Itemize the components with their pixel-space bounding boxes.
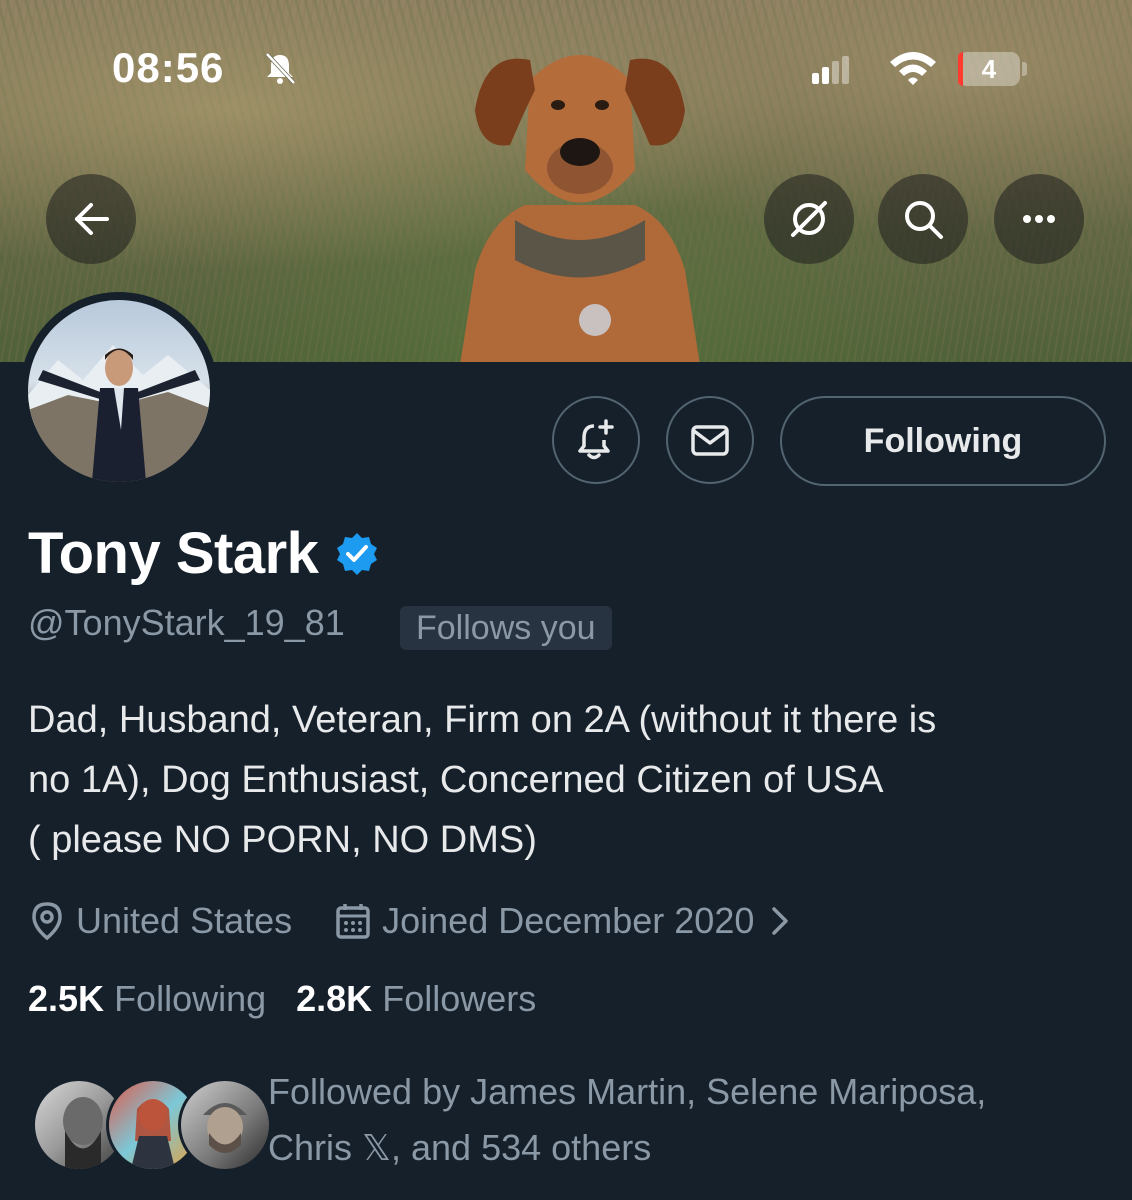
search-icon (905, 201, 943, 239)
verified-badge-icon[interactable] (334, 531, 380, 577)
status-bar: 08:56 4 (0, 40, 1132, 100)
following-button[interactable]: Following (780, 396, 1106, 486)
profile-handle: @TonyStark_19_81 (28, 602, 345, 643)
notifications-button[interactable] (552, 396, 640, 484)
following-button-label: Following (863, 421, 1023, 460)
followers-stat-label: Followers (382, 978, 537, 1019)
profile-stats: 2.5K Following 2.8K Followers (28, 978, 566, 1020)
profile-meta: United States Joined December 2020 (28, 896, 804, 946)
followers-count: 2.8K (296, 978, 373, 1019)
following-count-link[interactable]: 2.5K Following (28, 978, 266, 1020)
mail-icon (691, 425, 729, 456)
back-button[interactable] (46, 174, 136, 264)
following-count: 2.5K (28, 978, 105, 1019)
display-name: Tony Stark (28, 521, 319, 586)
bell-plus-icon (578, 419, 614, 460)
avatar[interactable] (20, 292, 218, 490)
status-time: 08:56 (112, 44, 225, 91)
avatar-image (28, 300, 210, 482)
chevron-right-icon[interactable] (764, 903, 794, 939)
follows-you-badge: Follows you (400, 606, 612, 650)
followed-by-avatars[interactable] (32, 1078, 272, 1172)
more-button[interactable] (994, 174, 1084, 264)
search-button[interactable] (878, 174, 968, 264)
grok-icon (791, 201, 827, 237)
battery-indicator: 4 (958, 52, 1020, 86)
following-stat-label: Following (114, 978, 267, 1019)
bio-line: ( please NO PORN, NO DMS) (28, 819, 537, 861)
location-text: United States (76, 900, 293, 941)
followed-by-text[interactable]: Followed by James Martin, Selene Maripos… (268, 1064, 1098, 1176)
grok-button[interactable] (764, 174, 854, 264)
bio-line: no 1A), Dog Enthusiast, Concerned Citize… (28, 759, 884, 801)
followers-count-link[interactable]: 2.8K Followers (296, 978, 536, 1020)
cellular-signal-icon (812, 56, 849, 84)
followed-by-line: Chris 𝕏, and 534 others (268, 1127, 652, 1168)
wifi-icon (890, 52, 936, 85)
profile-name: Tony Stark (28, 520, 380, 587)
profile-bio: Dad, Husband, Veteran, Firm on 2A (witho… (28, 690, 1098, 870)
message-button[interactable] (666, 396, 754, 484)
followed-by-line: Followed by James Martin, Selene Maripos… (268, 1071, 987, 1112)
location-pin-icon (32, 902, 62, 941)
battery-level: 4 (981, 54, 997, 84)
bell-muted-icon (265, 52, 296, 85)
follower-avatar (178, 1078, 272, 1172)
calendar-icon (336, 904, 370, 939)
more-icon (1023, 215, 1055, 223)
bio-line: Dad, Husband, Veteran, Firm on 2A (witho… (28, 699, 937, 741)
arrow-left-icon (75, 203, 109, 235)
joined-text[interactable]: Joined December 2020 (382, 900, 754, 942)
